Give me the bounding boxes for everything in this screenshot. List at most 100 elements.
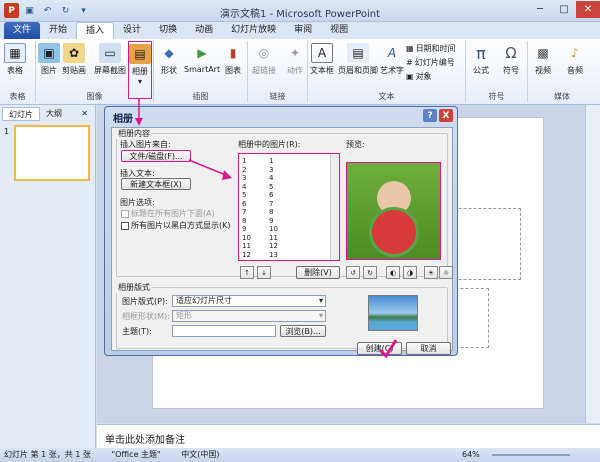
tab-transitions[interactable]: 切换 — [150, 22, 186, 39]
shapes-icon: ◆ — [164, 46, 174, 60]
chart-button[interactable]: ▮ 图表 — [222, 43, 244, 76]
textbox-button[interactable]: A 文本框 — [310, 43, 334, 76]
tab-slideshow[interactable]: 幻灯片放映 — [222, 22, 285, 39]
brightness-down-icon[interactable]: ☼ — [439, 266, 453, 279]
help-icon[interactable]: ? — [423, 109, 437, 122]
vertical-scrollbar[interactable] — [585, 105, 600, 423]
hyperlink-button[interactable]: ◎ 超链接 — [252, 43, 276, 76]
list-item[interactable]: 45 — [242, 183, 273, 191]
theme-input[interactable] — [172, 325, 276, 337]
picture-layout-select[interactable]: 适应幻灯片尺寸 ▾ — [172, 295, 326, 307]
header-footer-icon: ▤ — [347, 43, 369, 63]
customize-qat-icon[interactable]: ▾ — [76, 3, 91, 18]
pi-icon: π — [476, 43, 486, 63]
redo-icon[interactable]: ↻ — [58, 3, 73, 18]
album-content-label: 相册内容 — [116, 128, 152, 139]
list-item[interactable]: 56 — [242, 191, 273, 199]
remove-button[interactable]: 删除(V) — [296, 266, 340, 279]
shapes-button[interactable]: ◆ 形状 — [158, 43, 180, 76]
tab-review[interactable]: 审阅 — [285, 22, 321, 39]
picture-button[interactable]: ▣ 图片 — [38, 43, 60, 76]
minimize-icon[interactable]: ─ — [528, 1, 552, 18]
clipart-icon: ✿ — [63, 43, 85, 63]
smartart-button[interactable]: ▶ SmartArt — [184, 43, 220, 74]
black-white-checkbox[interactable]: 所有图片以黑白方式显示(K) — [121, 220, 231, 231]
file-disk-button[interactable]: 文件/磁盘(F)... — [121, 150, 191, 162]
clipart-button[interactable]: ✿ 剪贴画 — [62, 43, 86, 76]
slide-info: 幻灯片 第 1 张，共 1 张 — [4, 450, 91, 459]
save-icon[interactable]: ▣ — [22, 3, 37, 18]
captions-below-checkbox[interactable]: 标题在所有图片下面(A) — [121, 208, 215, 219]
speaker-icon: ♪ — [571, 46, 579, 60]
slide-number-button[interactable]: # 幻灯片编号 — [406, 57, 455, 68]
powerpoint-logo-icon[interactable]: P — [4, 3, 19, 18]
list-item[interactable]: 11 — [242, 157, 273, 165]
zoom-slider[interactable] — [492, 454, 570, 456]
tab-home[interactable]: 开始 — [40, 22, 76, 39]
photo-album-icon: ▤ — [129, 44, 151, 64]
action-button[interactable]: ✦ 动作 — [284, 43, 306, 76]
undo-icon[interactable]: ↶ — [40, 3, 55, 18]
list-item[interactable]: 67 — [242, 200, 273, 208]
notes-pane[interactable]: 单击此处添加备注 — [97, 424, 600, 448]
screenshot-button[interactable]: ▭ 屏幕截图 — [94, 43, 126, 76]
frame-shape-select[interactable]: 矩形 ▾ — [172, 310, 326, 322]
list-item[interactable]: 78 — [242, 208, 273, 216]
rotate-left-icon[interactable]: ↺ — [346, 266, 360, 279]
list-item-index: 6 — [242, 199, 247, 208]
close-icon[interactable]: ✕ — [576, 1, 600, 18]
symbol-button[interactable]: Ω 符号 — [500, 43, 522, 76]
dialog-close-icon[interactable]: X — [439, 109, 453, 122]
create-button[interactable]: 创建(C) — [357, 342, 402, 355]
list-item-label: 4 — [269, 174, 274, 182]
list-item[interactable]: 10 11 — [242, 234, 278, 242]
tab-file[interactable]: 文件 — [4, 22, 41, 39]
window-title: 演示文稿1 - Microsoft PowerPoint — [219, 9, 381, 20]
header-footer-button[interactable]: ▤ 页眉和页脚 — [338, 43, 378, 76]
move-up-icon[interactable]: ↑ — [240, 266, 254, 279]
tab-outline[interactable]: 大纲 — [40, 107, 68, 121]
ribbon: ▦ 表格 表格 ▣ 图片 ✿ 剪贴画 ▭ 屏幕截图 ▤ 相册 ▾ 图像 ◆ 形状… — [0, 39, 600, 105]
list-item[interactable]: 9 10 — [242, 225, 278, 233]
group-link: ◎ 超链接 ✦ 动作 链接 — [248, 41, 308, 102]
table-button[interactable]: ▦ 表格 — [4, 43, 26, 76]
slide-number: 1 — [4, 127, 10, 136]
close-panel-icon[interactable]: ✕ — [75, 107, 94, 121]
list-item-label: 11 — [269, 233, 278, 242]
ribbon-tabs: 文件 开始 插入 设计 切换 动画 幻灯片放映 审阅 视图 — [0, 22, 600, 39]
maximize-icon[interactable]: □ — [552, 1, 576, 18]
contrast-up-icon[interactable]: ◐ — [386, 266, 400, 279]
tab-insert[interactable]: 插入 — [76, 22, 115, 39]
browse-button[interactable]: 浏览(B)... — [280, 325, 326, 337]
datetime-button[interactable]: ▦ 日期和时间 — [406, 43, 456, 54]
listbox-scrollbar[interactable] — [330, 154, 339, 260]
move-down-icon[interactable]: ↓ — [257, 266, 271, 279]
list-item-index: 8 — [242, 216, 247, 225]
object-button[interactable]: ▣ 对象 — [406, 71, 432, 82]
contrast-down-icon[interactable]: ◑ — [403, 266, 417, 279]
theme-name: "Office 主题" — [111, 450, 161, 459]
list-item[interactable]: 12 13 — [242, 251, 278, 259]
new-textbox-button[interactable]: 新建文本框(X) — [121, 178, 191, 190]
audio-button[interactable]: ♪ 音频 — [564, 43, 586, 76]
list-item[interactable]: 89 — [242, 217, 273, 225]
video-button[interactable]: ▩ 视频 — [532, 43, 554, 76]
list-item[interactable]: 23 — [242, 166, 273, 174]
tab-slides[interactable]: 幻灯片 — [2, 107, 40, 121]
cancel-button[interactable]: 取消 — [406, 342, 451, 355]
list-item-index: 9 — [242, 225, 247, 233]
tab-design[interactable]: 设计 — [114, 22, 150, 39]
picture-layout-label: 图片版式(P): — [122, 297, 168, 306]
theme-label: 主题(T): — [122, 327, 152, 336]
list-item[interactable]: 11 12 — [242, 242, 278, 250]
slide-thumbnail[interactable] — [14, 125, 90, 181]
wordart-button[interactable]: A 艺术字 — [380, 43, 404, 76]
brightness-up-icon[interactable]: ☀ — [424, 266, 438, 279]
equation-button[interactable]: π 公式 — [470, 43, 492, 76]
rotate-right-icon[interactable]: ↻ — [363, 266, 377, 279]
pictures-listbox[interactable]: 1 1 2 3 3 4 4 5 5 6 6 7 7 8 8 9 9 10 10 11 11 12 12 13 — [238, 153, 340, 261]
tab-view[interactable]: 视图 — [321, 22, 357, 39]
tab-animations[interactable]: 动画 — [186, 22, 222, 39]
list-item[interactable]: 34 — [242, 174, 273, 182]
film-icon: ▩ — [537, 46, 549, 60]
